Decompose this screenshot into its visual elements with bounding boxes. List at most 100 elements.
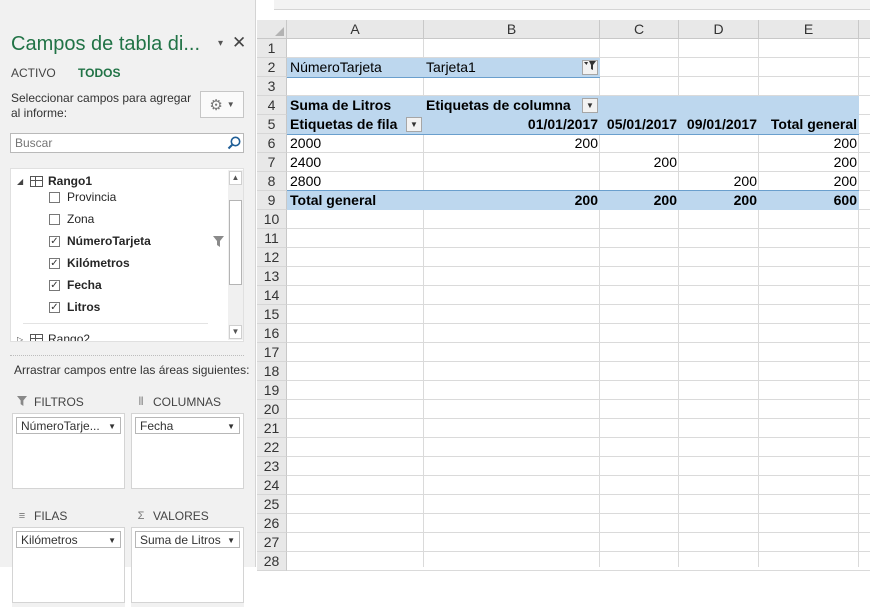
scroll-up-arrow[interactable]: ▲ — [229, 171, 242, 185]
pane-options-dropdown[interactable]: ▾ — [218, 38, 223, 49]
cell-e5[interactable]: Total general — [759, 115, 859, 134]
row-header-23[interactable]: 23 — [257, 457, 287, 476]
row-header-13[interactable]: 13 — [257, 267, 287, 286]
cell-e9[interactable]: 600 — [759, 191, 859, 210]
cell-a5[interactable]: Etiquetas de fila — [288, 115, 399, 134]
field-item-zona[interactable]: Zona — [49, 209, 94, 229]
row-header-28[interactable]: 28 — [257, 552, 287, 571]
column-header-c[interactable]: C — [600, 20, 679, 39]
row-labels-dropdown-button[interactable]: ▼ — [406, 117, 422, 132]
field-item-kilometros[interactable]: ✓ Kilómetros — [49, 253, 130, 273]
tools-button[interactable]: ⚙ ▼ — [200, 91, 244, 118]
column-header-a[interactable]: A — [287, 20, 424, 39]
row-header-1[interactable]: 1 — [257, 39, 287, 58]
checkbox[interactable] — [49, 191, 60, 203]
row-header-7[interactable]: 7 — [257, 153, 287, 172]
cell-a7[interactable]: 2400 — [288, 153, 323, 172]
cell-a6[interactable]: 2000 — [288, 134, 323, 153]
tab-all[interactable]: TODOS — [78, 66, 120, 80]
cell-b5[interactable]: 01/01/2017 — [424, 115, 600, 134]
cell-b4[interactable]: Etiquetas de columna — [424, 96, 573, 115]
row-header-14[interactable]: 14 — [257, 286, 287, 305]
checkbox-checked[interactable]: ✓ — [49, 235, 60, 247]
row-header-20[interactable]: 20 — [257, 400, 287, 419]
values-drop-zone[interactable]: Suma de Litros ▼ — [131, 527, 244, 603]
column-labels-dropdown-button[interactable]: ▼ — [582, 98, 598, 113]
scroll-down-arrow[interactable]: ▼ — [229, 325, 242, 339]
row-header-2[interactable]: 2 — [257, 58, 287, 77]
row-header-22[interactable]: 22 — [257, 438, 287, 457]
chevron-down-icon[interactable]: ▼ — [108, 536, 116, 545]
chevron-down-icon[interactable]: ▼ — [227, 422, 235, 431]
expand-icon[interactable]: ▷ — [17, 335, 27, 342]
cell-b6[interactable]: 200 — [424, 134, 600, 153]
columns-drop-zone[interactable]: Fecha ▼ — [131, 413, 244, 489]
checkbox[interactable] — [49, 213, 60, 225]
column-header-d[interactable]: D — [679, 20, 759, 39]
spreadsheet-grid[interactable]: A B C D E NúmeroTarjeta Tarjeta1 Suma de… — [257, 20, 870, 571]
cell-c7[interactable]: 200 — [600, 153, 679, 172]
row-header-17[interactable]: 17 — [257, 343, 287, 362]
cell-b9[interactable]: 200 — [424, 191, 600, 210]
cell-d5[interactable]: 09/01/2017 — [679, 115, 759, 134]
field-item-litros[interactable]: ✓ Litros — [49, 297, 100, 317]
row-header-16[interactable]: 16 — [257, 324, 287, 343]
cell-d8[interactable]: 200 — [679, 172, 759, 191]
cell-a9[interactable]: Total general — [288, 191, 378, 210]
row-header-8[interactable]: 8 — [257, 172, 287, 191]
field-item-provincia[interactable]: Provincia — [49, 187, 116, 207]
column-field-pill[interactable]: Fecha ▼ — [135, 417, 240, 434]
row-header-12[interactable]: 12 — [257, 248, 287, 267]
row-header-15[interactable]: 15 — [257, 305, 287, 324]
row-header-4[interactable]: 4 — [257, 96, 287, 115]
chevron-down-icon[interactable]: ▼ — [227, 536, 235, 545]
cell-e8[interactable]: 200 — [759, 172, 859, 191]
column-header-e[interactable]: E — [759, 20, 859, 39]
collapse-icon[interactable]: ◢ — [17, 177, 27, 186]
row-header-3[interactable]: 3 — [257, 77, 287, 96]
cell-a4[interactable]: Suma de Litros — [288, 96, 393, 115]
column-header-f[interactable] — [859, 20, 870, 39]
row-field-pill[interactable]: Kilómetros ▼ — [16, 531, 121, 548]
rows-drop-zone[interactable]: Kilómetros ▼ — [12, 527, 125, 603]
row-header-18[interactable]: 18 — [257, 362, 287, 381]
filter-field-pill[interactable]: NúmeroTarje... ▼ — [16, 417, 121, 434]
cell-e6[interactable]: 200 — [759, 134, 859, 153]
cell-a2[interactable]: NúmeroTarjeta — [288, 58, 384, 77]
cell-b2[interactable]: Tarjeta1 — [424, 58, 478, 77]
cell-d9[interactable]: 200 — [679, 191, 759, 210]
row-header-21[interactable]: 21 — [257, 419, 287, 438]
row-header-19[interactable]: 19 — [257, 381, 287, 400]
cell-a8[interactable]: 2800 — [288, 172, 323, 191]
cell-c9[interactable]: 200 — [600, 191, 679, 210]
row-header-25[interactable]: 25 — [257, 495, 287, 514]
value-field-pill[interactable]: Suma de Litros ▼ — [135, 531, 240, 548]
row-header-11[interactable]: 11 — [257, 229, 287, 248]
table-node-rango2[interactable]: ▷ Rango2 — [17, 329, 90, 342]
row-header-6[interactable]: 6 — [257, 134, 287, 153]
row-header-26[interactable]: 26 — [257, 514, 287, 533]
tab-active[interactable]: ACTIVO — [11, 66, 56, 80]
chevron-down-icon[interactable]: ▼ — [108, 422, 116, 431]
cell-c5[interactable]: 05/01/2017 — [600, 115, 679, 134]
checkbox-checked[interactable]: ✓ — [49, 257, 60, 269]
filter-dropdown-button[interactable] — [582, 60, 598, 75]
field-item-fecha[interactable]: ✓ Fecha — [49, 275, 102, 295]
row-header-24[interactable]: 24 — [257, 476, 287, 495]
search-input[interactable] — [10, 133, 244, 153]
column-header-b[interactable]: B — [424, 20, 600, 39]
row-header-5[interactable]: 5 — [257, 115, 287, 134]
scroll-thumb[interactable] — [229, 200, 242, 285]
select-all-button[interactable] — [257, 20, 287, 39]
checkbox-checked[interactable]: ✓ — [49, 279, 60, 291]
formula-bar-input[interactable] — [256, 0, 274, 10]
field-item-numerotarjeta[interactable]: ✓ NúmeroTarjeta — [49, 231, 151, 251]
filters-drop-zone[interactable]: NúmeroTarje... ▼ — [12, 413, 125, 489]
row-header-9[interactable]: 9 — [257, 191, 287, 210]
close-icon[interactable]: ✕ — [232, 33, 246, 53]
row-header-10[interactable]: 10 — [257, 210, 287, 229]
search-icon[interactable] — [226, 135, 242, 151]
row-header-27[interactable]: 27 — [257, 533, 287, 552]
checkbox-checked[interactable]: ✓ — [49, 301, 60, 313]
cell-e7[interactable]: 200 — [759, 153, 859, 172]
